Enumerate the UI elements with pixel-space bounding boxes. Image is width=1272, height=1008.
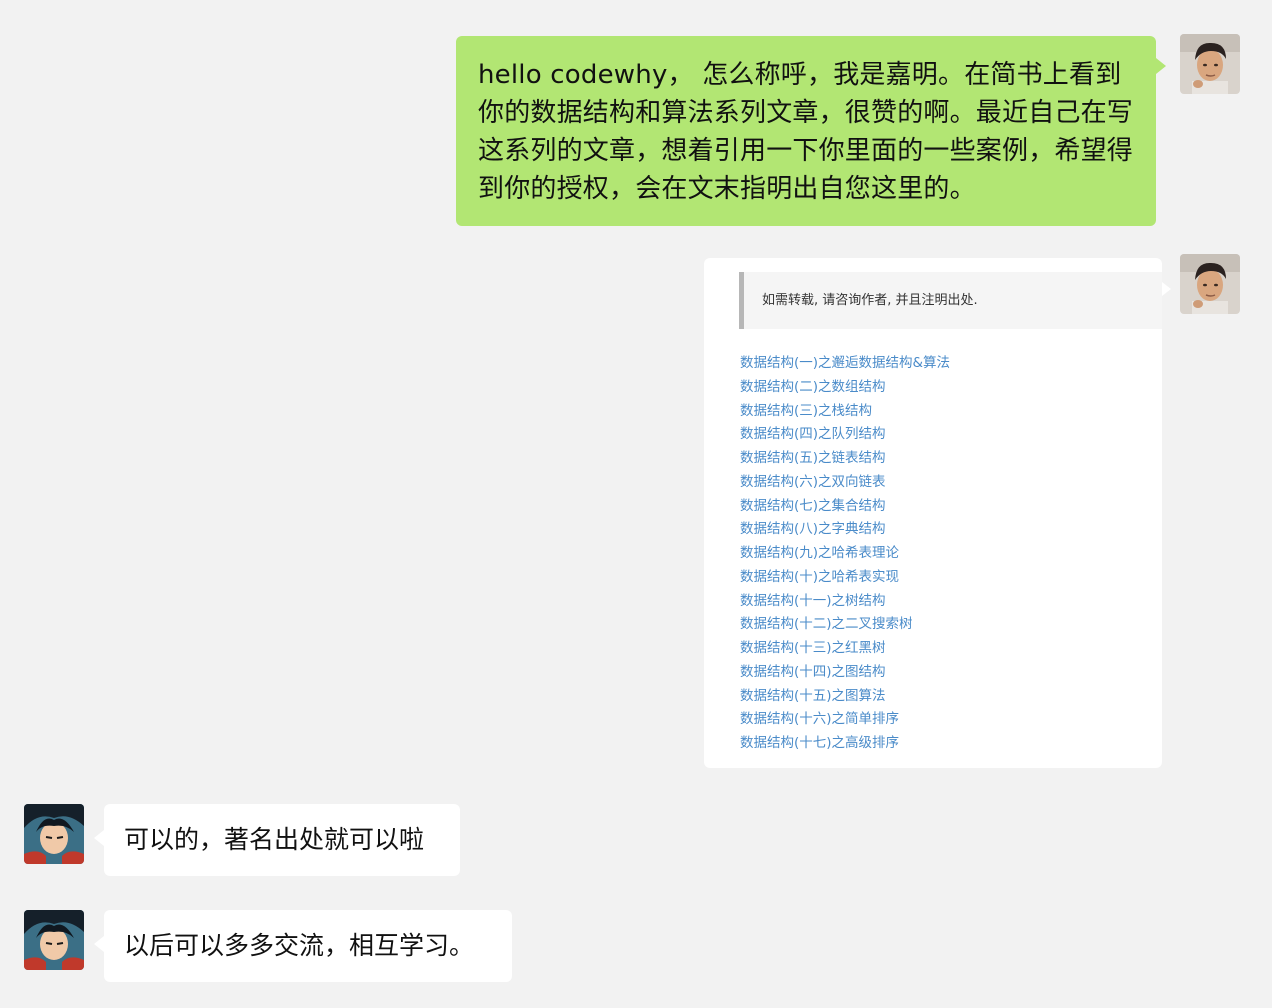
anime-character-avatar[interactable] (24, 910, 84, 970)
avatar-image (24, 910, 84, 970)
article-link[interactable]: 数据结构(十五)之图算法 (740, 685, 950, 709)
article-link[interactable]: 数据结构(十四)之图结构 (740, 661, 950, 685)
article-link[interactable]: 数据结构(十三)之红黑树 (740, 637, 950, 661)
message-text: hello codewhy， 怎么称呼，我是嘉明。在简书上看到你的数据结构和算法… (478, 60, 1134, 204)
sent-message-bubble[interactable]: hello codewhy， 怎么称呼，我是嘉明。在简书上看到你的数据结构和算法… (456, 36, 1166, 226)
anime-character-avatar[interactable] (24, 804, 84, 864)
avatar-image (24, 804, 84, 864)
copyright-quote: 如需转载, 请咨询作者, 并且注明出处. (739, 272, 1162, 329)
avatar-image (1180, 34, 1240, 94)
man-photo-avatar[interactable] (1180, 34, 1240, 94)
avatar-image (1180, 254, 1240, 314)
message-text: 可以的，著名出处就可以啦 (124, 825, 425, 854)
article-link[interactable]: 数据结构(八)之字典结构 (740, 518, 950, 542)
article-link[interactable]: 数据结构(十七)之高级排序 (740, 732, 950, 756)
article-link[interactable]: 数据结构(三)之栈结构 (740, 400, 950, 424)
received-message-bubble[interactable]: 可以的，著名出处就可以啦 (94, 804, 460, 876)
article-link[interactable]: 数据结构(二)之数组结构 (740, 376, 950, 400)
article-link[interactable]: 数据结构(七)之集合结构 (740, 495, 950, 519)
article-link[interactable]: 数据结构(一)之邂逅数据结构&算法 (740, 352, 950, 376)
chat-window: hello codewhy， 怎么称呼，我是嘉明。在简书上看到你的数据结构和算法… (0, 0, 1272, 1008)
article-link[interactable]: 数据结构(六)之双向链表 (740, 471, 950, 495)
received-message-bubble[interactable]: 以后可以多多交流，相互学习。 (94, 910, 512, 982)
man-photo-avatar[interactable] (1180, 254, 1240, 314)
article-link[interactable]: 数据结构(九)之哈希表理论 (740, 542, 950, 566)
article-link[interactable]: 数据结构(十一)之树结构 (740, 590, 950, 614)
article-link[interactable]: 数据结构(五)之链表结构 (740, 447, 950, 471)
article-link[interactable]: 数据结构(十二)之二叉搜索树 (740, 613, 950, 637)
article-link[interactable]: 数据结构(四)之队列结构 (740, 423, 950, 447)
article-link[interactable]: 数据结构(十)之哈希表实现 (740, 566, 950, 590)
message-text: 以后可以多多交流，相互学习。 (124, 931, 475, 960)
article-link[interactable]: 数据结构(十六)之简单排序 (740, 708, 950, 732)
sent-article-card[interactable]: 如需转载, 请咨询作者, 并且注明出处. 数据结构(一)之邂逅数据结构&算法 数据… (704, 258, 1171, 768)
article-link-list: 数据结构(一)之邂逅数据结构&算法 数据结构(二)之数组结构 数据结构(三)之栈结构… (740, 352, 950, 756)
